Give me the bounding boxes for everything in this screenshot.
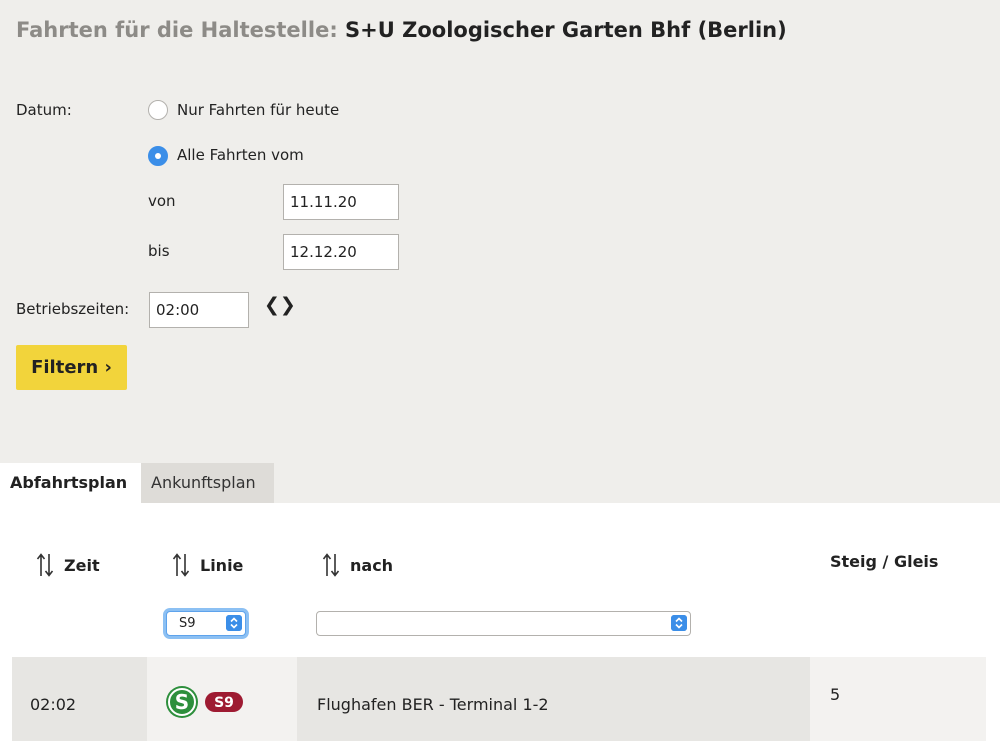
destination-name: Flughafen BER - Terminal 1-2 <box>317 695 549 714</box>
svg-text:S: S <box>175 690 189 714</box>
header-platform: Steig / Gleis <box>830 552 938 571</box>
destination-filter-select[interactable] <box>316 611 691 636</box>
page-title-prefix: Fahrten für die Haltestelle: <box>16 18 338 42</box>
departure-time: 02:02 <box>30 695 77 714</box>
header-line-label: Linie <box>200 555 244 575</box>
from-label: von <box>148 192 176 210</box>
header-destination[interactable]: nach <box>322 552 393 578</box>
cell-destination: Flughafen BER - Terminal 1-2 <box>297 657 810 741</box>
line-filter-value: S9 <box>179 616 196 631</box>
line-badge: S9 <box>214 695 234 711</box>
sort-icon[interactable] <box>322 552 340 578</box>
header-time-label: Zeit <box>64 555 100 575</box>
header-destination-label: nach <box>350 555 394 575</box>
s-bahn-logo-icon: S S9 <box>166 686 243 718</box>
chevron-left-icon[interactable]: ❮ <box>264 294 280 316</box>
tab-arrivals[interactable]: Ankunftsplan <box>141 463 274 503</box>
tab-departures[interactable]: Abfahrtsplan <box>0 463 141 503</box>
radio-today[interactable] <box>148 100 168 120</box>
cell-time: 02:02 <box>12 657 147 741</box>
to-label: bis <box>148 242 170 260</box>
header-line[interactable]: Linie <box>172 552 243 578</box>
station-name: S+U Zoologischer Garten Bhf (Berlin) <box>345 18 787 42</box>
hours-label: Betriebszeiten: <box>16 300 130 318</box>
header-platform-label: Steig / Gleis <box>830 552 939 571</box>
select-arrows-icon <box>671 615 687 631</box>
to-date-input[interactable] <box>283 234 399 270</box>
time-stepper: ❮❯ <box>264 294 296 316</box>
line-filter-select[interactable]: S9 <box>166 611 246 636</box>
from-date-input[interactable] <box>283 184 399 220</box>
radio-today-label[interactable]: Nur Fahrten für heute <box>177 101 339 119</box>
cell-platform: 5 <box>810 657 986 741</box>
platform-number: 5 <box>830 685 841 704</box>
chevron-right-icon[interactable]: ❯ <box>280 294 296 316</box>
cell-line: S S9 <box>147 657 297 741</box>
table-row[interactable]: 02:02 S S9 Flughafen BER - Terminal 1-2 … <box>12 657 986 741</box>
filter-button[interactable]: Filtern › <box>16 345 127 390</box>
header-time[interactable]: Zeit <box>36 552 100 578</box>
page-title: Fahrten für die Haltestelle: S+U Zoologi… <box>16 18 787 42</box>
radio-range-label[interactable]: Alle Fahrten vom <box>177 146 304 164</box>
date-label: Datum: <box>16 101 72 119</box>
hours-input[interactable] <box>149 292 249 328</box>
sort-icon[interactable] <box>36 552 54 578</box>
sort-icon[interactable] <box>172 552 190 578</box>
select-arrows-icon <box>226 615 242 631</box>
radio-range[interactable] <box>148 146 168 166</box>
